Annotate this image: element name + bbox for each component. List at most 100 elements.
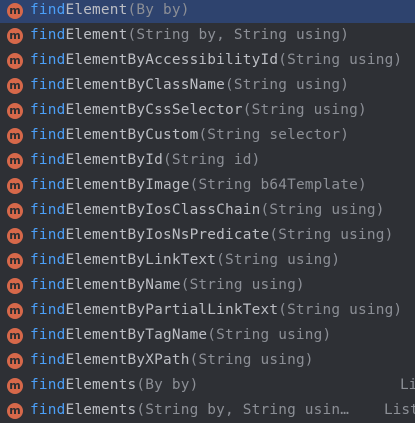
method-icon: m [7,3,23,19]
method-signature: findElements(String by, String usin… [30,398,349,423]
method-signature: findElementByName(String using) [30,273,305,298]
completion-item[interactable]: m findElementById(String id) [0,148,415,173]
method-name: ElementByAccessibilityId [65,52,279,68]
method-signature: findElements(By by) [30,373,198,398]
method-signature: findElementById(String id) [30,148,261,173]
method-signature: findElementByLinkText(String using) [30,248,340,273]
method-name: ElementByPartialLinkText [65,302,279,318]
completion-item[interactable]: m findElementByAccessibilityId(String usi… [0,48,415,73]
match-prefix: find [30,277,66,293]
method-params: (String using) [189,352,314,368]
method-name: Elements [65,377,137,393]
method-signature: findElementByXPath(String using) [30,348,314,373]
method-icon: m [7,353,23,369]
method-params: (String using) [269,227,394,243]
method-signature: findElementByImage(String b64Template) [30,173,367,198]
method-params: (String using) [278,302,403,318]
method-signature: findElement(By by) [30,0,190,23]
method-signature: findElementByIosNsPredicate(String using… [30,223,393,248]
match-prefix: find [30,327,66,343]
completion-item[interactable]: m findElementByCssSelector(String using) [0,98,415,123]
method-params: (String by, String usin… [136,402,350,418]
match-prefix: find [30,152,66,168]
method-signature: findElementByTagName(String using) [30,323,331,348]
return-type: Li [400,377,415,393]
method-icon: m [7,53,23,69]
method-signature: findElementByClassName(String using) [30,73,349,98]
completion-item[interactable]: m findElements(String by, String usin… Lis… [0,398,415,423]
method-params: (String using) [242,102,367,118]
completion-item[interactable]: m findElementByTagName(String using) [0,323,415,348]
method-icon: m [7,178,23,194]
completion-item[interactable]: m findElements(By by) Li [0,373,415,398]
match-prefix: find [30,252,66,268]
method-params: (String by, String using) [127,27,350,43]
method-icon: m [7,228,23,244]
method-params: (By by) [127,2,190,18]
completion-item[interactable]: m findElementByImage(String b64Template) [0,173,415,198]
method-name: ElementByIosNsPredicate [65,227,270,243]
completion-item[interactable]: m findElementByCustom(String selector) [0,123,415,148]
match-prefix: find [30,127,66,143]
method-icon: m [7,253,23,269]
method-name: ElementByClassName [65,77,226,93]
method-signature: findElementByAccessibilityId(String usin… [30,48,402,73]
method-params: (String using) [278,52,403,68]
method-icon: m [7,403,23,419]
method-signature: findElement(String by, String using) [30,23,349,48]
completion-item[interactable]: m findElementByIosNsPredicate(String usin… [0,223,415,248]
method-icon: m [7,378,23,394]
match-prefix: find [30,102,66,118]
method-icon: m [7,203,23,219]
match-prefix: find [30,2,66,18]
return-type: List [384,402,415,418]
method-name: ElementByCustom [65,127,199,143]
match-prefix: find [30,52,66,68]
method-signature: findElementByIosClassChain(String using) [30,198,385,223]
method-name: ElementByIosClassChain [65,202,261,218]
method-params: (String using) [207,327,332,343]
method-name: Element [65,27,128,43]
method-name: ElementByXPath [65,352,190,368]
method-signature: findElementByPartialLinkText(String usin… [30,298,402,323]
completion-item[interactable]: m findElementByPartialLinkText(String usi… [0,298,415,323]
method-params: (String using) [260,202,385,218]
match-prefix: find [30,402,66,418]
method-signature: findElementByCustom(String selector) [30,123,349,148]
method-name: Element [65,2,128,18]
method-name: ElementByTagName [65,327,208,343]
match-prefix: find [30,77,66,93]
match-prefix: find [30,227,66,243]
method-icon: m [7,28,23,44]
method-params: (String selector) [198,127,350,143]
completion-item[interactable]: m findElementByClassName(String using) [0,73,415,98]
method-name: ElementById [65,152,163,168]
completion-item[interactable]: m findElementByIosClassChain(String using… [0,198,415,223]
method-icon: m [7,153,23,169]
method-signature: findElementByCssSelector(String using) [30,98,367,123]
completion-item[interactable]: m findElement(String by, String using) [0,23,415,48]
method-params: (String id) [162,152,261,168]
method-name: ElementByLinkText [65,252,217,268]
method-icon: m [7,103,23,119]
match-prefix: find [30,202,66,218]
match-prefix: find [30,27,66,43]
method-icon: m [7,78,23,94]
completion-item[interactable]: m findElementByXPath(String using) [0,348,415,373]
method-icon: m [7,328,23,344]
completion-item[interactable]: m findElementByLinkText(String using) [0,248,415,273]
completion-item[interactable]: m findElementByName(String using) [0,273,415,298]
completion-item[interactable]: m findElement(By by) [0,0,415,23]
method-params: (String b64Template) [189,177,367,193]
match-prefix: find [30,302,66,318]
method-icon: m [7,303,23,319]
method-icon: m [7,128,23,144]
method-name: ElementByName [65,277,181,293]
code-completion-popup: m findElement(By by) m findElement(String b… [0,0,415,423]
match-prefix: find [30,352,66,368]
method-name: ElementByImage [65,177,190,193]
match-prefix: find [30,177,66,193]
method-params: (String using) [180,277,305,293]
method-name: ElementByCssSelector [65,102,243,118]
method-params: (By by) [136,377,199,393]
